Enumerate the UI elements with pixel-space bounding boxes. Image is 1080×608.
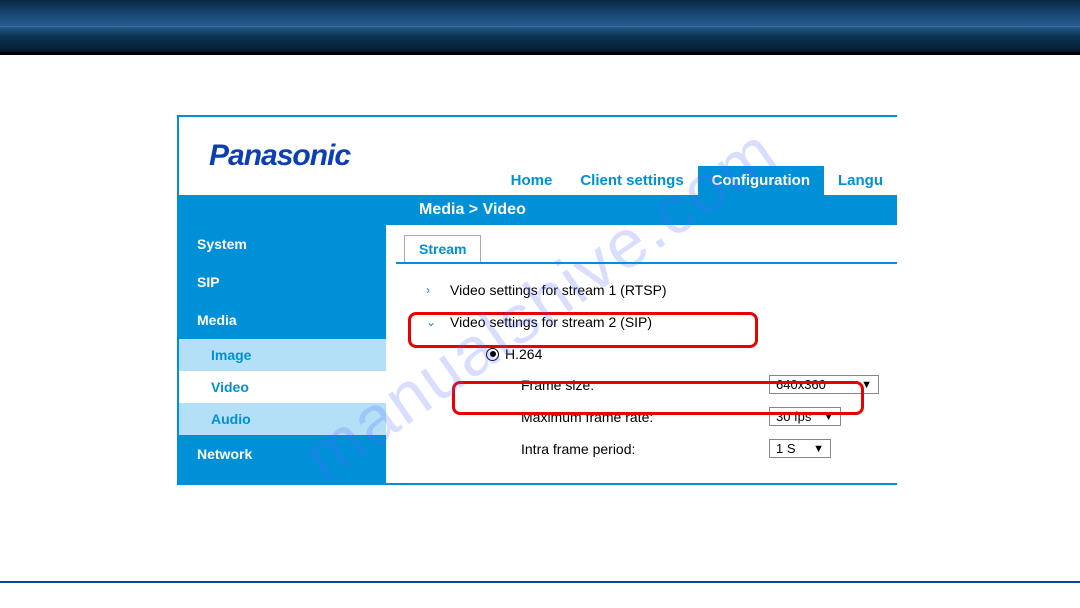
nav-configuration[interactable]: Configuration <box>698 166 824 195</box>
settings-body: › Video settings for stream 1 (RTSP) ⌄ V… <box>396 264 897 458</box>
chevron-down-icon: ▼ <box>813 443 824 455</box>
app-window: Panasonic Home Client settings Configura… <box>177 115 897 485</box>
breadcrumb: Media > Video <box>179 195 897 225</box>
stream-1-label: Video settings for stream 1 (RTSP) <box>450 282 667 298</box>
nav-client-settings[interactable]: Client settings <box>566 166 697 195</box>
sidebar-item-system[interactable]: System <box>179 225 386 263</box>
tab-bar: Stream <box>396 235 897 264</box>
intra-frame-value: 1 S <box>776 441 796 456</box>
stream-2-toggle[interactable]: ⌄ Video settings for stream 2 (SIP) <box>426 314 879 330</box>
header: Panasonic Home Client settings Configura… <box>179 117 897 195</box>
codec-h264-label: H.264 <box>505 346 542 362</box>
radio-selected-icon <box>486 348 499 361</box>
brand-logo: Panasonic <box>209 139 350 173</box>
frame-size-row: Frame size: 640x360 ▼ <box>521 375 879 394</box>
codec-h264-row[interactable]: H.264 <box>486 346 879 362</box>
sidebar-subitem-image[interactable]: Image <box>179 339 386 371</box>
content-area: System SIP Media Image Video Audio Netwo… <box>179 225 897 483</box>
intra-frame-select[interactable]: 1 S ▼ <box>769 439 831 458</box>
sidebar-subitem-audio[interactable]: Audio <box>179 403 386 435</box>
frame-size-select[interactable]: 640x360 ▼ <box>769 375 879 394</box>
chevron-down-icon: ⌄ <box>426 315 440 329</box>
nav-language[interactable]: Langu <box>824 166 897 195</box>
breadcrumb-text: Media > Video <box>419 201 526 219</box>
main-panel: Stream › Video settings for stream 1 (RT… <box>386 225 897 483</box>
sidebar-item-network[interactable]: Network <box>179 435 386 473</box>
tab-stream[interactable]: Stream <box>404 235 481 262</box>
sidebar-item-media[interactable]: Media <box>179 301 386 339</box>
intra-frame-label: Intra frame period: <box>521 441 769 457</box>
sidebar: System SIP Media Image Video Audio Netwo… <box>179 225 386 483</box>
nav-home[interactable]: Home <box>497 166 567 195</box>
stream-2-label: Video settings for stream 2 (SIP) <box>450 314 652 330</box>
chevron-right-icon: › <box>426 283 440 297</box>
max-frame-rate-value: 30 fps <box>776 409 811 424</box>
top-banner <box>0 0 1080 55</box>
chevron-down-icon: ▼ <box>823 411 834 423</box>
stream-1-toggle[interactable]: › Video settings for stream 1 (RTSP) <box>426 282 879 298</box>
chevron-down-icon: ▼ <box>861 379 872 391</box>
max-frame-rate-select[interactable]: 30 fps ▼ <box>769 407 841 426</box>
max-frame-rate-label: Maximum frame rate: <box>521 409 769 425</box>
max-frame-rate-row: Maximum frame rate: 30 fps ▼ <box>521 407 879 426</box>
sidebar-subitem-video[interactable]: Video <box>179 371 386 403</box>
intra-frame-row: Intra frame period: 1 S ▼ <box>521 439 879 458</box>
bottom-divider <box>0 581 1080 583</box>
top-nav: Home Client settings Configuration Langu <box>497 163 897 195</box>
frame-size-value: 640x360 <box>776 377 826 392</box>
frame-size-label: Frame size: <box>521 377 769 393</box>
sidebar-item-sip[interactable]: SIP <box>179 263 386 301</box>
